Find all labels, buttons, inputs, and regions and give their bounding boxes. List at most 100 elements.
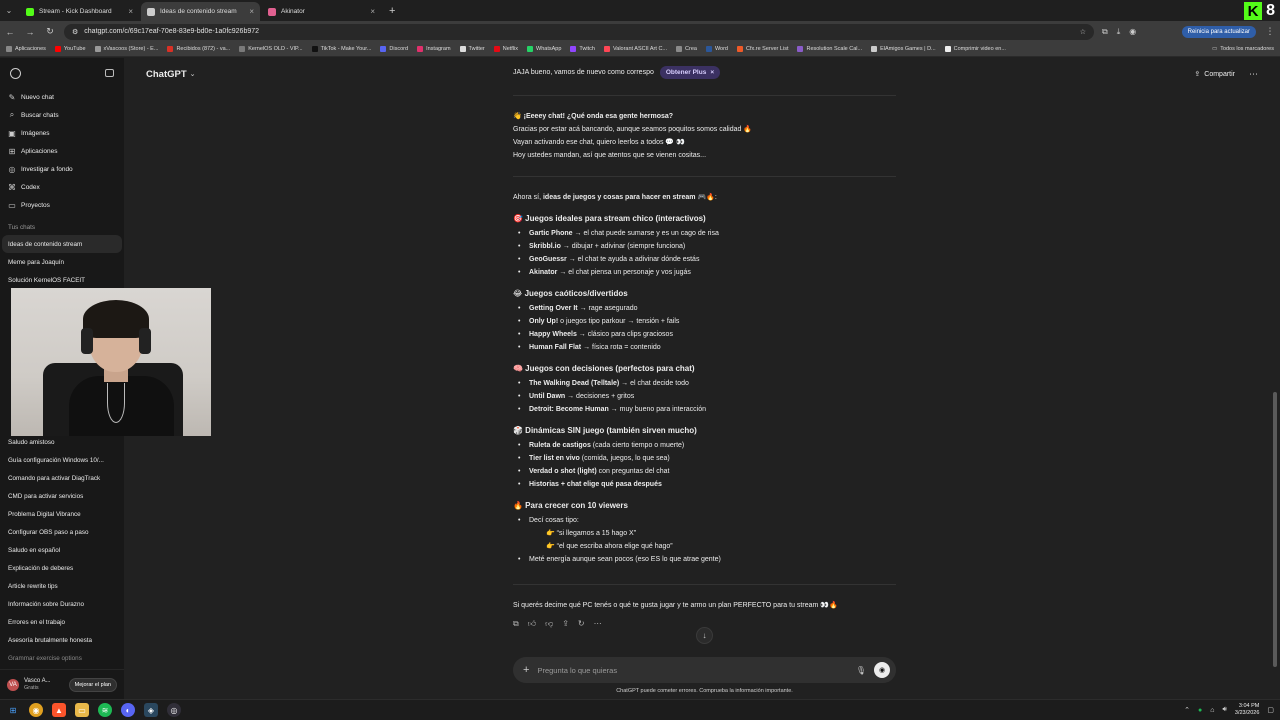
share-icon[interactable]: ⇪ [562, 619, 569, 629]
chat-history-item[interactable]: Comando para activar DiagTrack [0, 469, 124, 487]
downloads-icon[interactable]: ⤓ [1117, 27, 1121, 37]
bookmark-item[interactable]: YouTube [54, 46, 86, 52]
item-text: → muy bueno para interacción [608, 406, 707, 413]
close-tab-icon[interactable]: × [249, 7, 254, 16]
chat-history-item[interactable]: Configurar OBS paso a paso [0, 523, 124, 541]
all-bookmarks[interactable]: ▭ Todos los marcadores [1212, 46, 1274, 52]
bookmark-item[interactable]: Cfx.re Server List [736, 46, 788, 52]
extensions-icon[interactable]: ⧉ [1102, 27, 1108, 37]
thumbs-up-icon[interactable]: 👍︎ [528, 619, 536, 629]
tab-search-icon[interactable]: ⌄ [0, 0, 18, 21]
discord-icon[interactable]: ◐ [121, 703, 135, 717]
forward-arrow-icon[interactable]: → [24, 27, 36, 37]
tray-spotify-icon[interactable]: ● [1198, 707, 1202, 714]
chat-history-item[interactable]: Asesoría brutalmente honesta [0, 631, 124, 649]
get-plus-button[interactable]: Obtener Plus × [659, 66, 721, 79]
bookmark-item[interactable]: Valorant ASCII Art C... [604, 46, 667, 52]
obs-icon[interactable]: ◎ [167, 703, 181, 717]
user-menu[interactable]: VA Vasco A... Gratis Mejorar el plan [0, 669, 124, 699]
close-icon[interactable]: × [710, 69, 714, 76]
item-bold: Gartic Phone [529, 230, 573, 237]
chat-history-item[interactable]: Errores en el trabajo [0, 613, 124, 631]
profile-icon[interactable]: ◉ [1129, 27, 1136, 37]
folder-icon: ▭ [1211, 46, 1218, 52]
chat-history-item[interactable]: Solución KernelOS FACEIT [0, 271, 124, 289]
browser-tab[interactable]: Stream - Kick Dashboard × [20, 2, 139, 21]
close-tab-icon[interactable]: × [128, 7, 133, 16]
brave-icon[interactable]: ▲ [52, 703, 66, 717]
bookmark-item[interactable]: Instagram [417, 46, 451, 52]
openai-logo-icon[interactable] [10, 67, 21, 79]
file-explorer-icon[interactable]: ▭ [75, 703, 89, 717]
steam-icon[interactable]: ◈ [144, 703, 158, 717]
chrome-icon[interactable]: ◉ [29, 703, 43, 717]
sidebar-item[interactable]: ▭ Proyectos [0, 196, 124, 214]
browser-menu-icon[interactable]: ⋮ [1264, 26, 1276, 37]
chat-history-item[interactable]: Guía configuración Windows 10/... [0, 451, 124, 469]
bookmark-item[interactable]: Resolution Scale Cal... [797, 46, 862, 52]
more-icon[interactable]: ⋯ [594, 619, 602, 629]
windows-start-icon[interactable]: ⊞ [6, 703, 20, 717]
sidebar-item[interactable]: ⊞ Aplicaciones [0, 142, 124, 160]
browser-tab[interactable]: Ideas de contenido stream × [141, 2, 260, 21]
message-input[interactable] [537, 665, 848, 675]
chat-history-item[interactable]: Información sobre Durazno [0, 595, 124, 613]
bookmark-star-icon[interactable]: ☆ [1080, 28, 1086, 36]
voice-mode-button[interactable]: ◉ [874, 662, 890, 678]
bookmark-item[interactable]: Netflix [493, 46, 518, 52]
chat-history-item[interactable]: Saludo en español [0, 541, 124, 559]
thumbs-down-icon[interactable]: 👎︎ [545, 619, 553, 629]
new-tab-icon[interactable]: + [389, 0, 395, 21]
bookmark-item[interactable]: xVascoos (Store) - E... [94, 46, 158, 52]
bookmark-item[interactable]: Crea [676, 46, 697, 52]
scroll-down-button[interactable]: ↓ [696, 627, 713, 644]
notifications-icon[interactable]: ▢ [1267, 706, 1274, 714]
scrollbar[interactable] [1273, 392, 1277, 667]
sidebar-item[interactable]: ⌕ Buscar chats [0, 106, 124, 124]
upgrade-plan-button[interactable]: Mejorar el plan [68, 677, 117, 692]
chat-history-item[interactable]: Article rewrite tips [0, 577, 124, 595]
tray-overflow-icon[interactable]: ⌃ [1184, 706, 1190, 714]
close-tab-icon[interactable]: × [370, 7, 375, 16]
model-selector[interactable]: ChatGPT ⌄ [146, 69, 196, 80]
bookmark-item[interactable]: Twitch [570, 46, 595, 52]
bookmark-item[interactable]: ElAmigos Games | D... [871, 46, 936, 52]
bookmark-item[interactable]: Comprimir video en... [944, 46, 1006, 52]
bookmark-item[interactable]: Discord [380, 46, 408, 52]
tray-volume-icon[interactable]: 🔊︎ [1222, 706, 1226, 714]
previous-message-text: JAJA bueno, vamos de nuevo como correspo [513, 69, 654, 76]
copy-icon[interactable]: ⧉ [513, 619, 519, 629]
sidebar-item[interactable]: ◎ Investigar a fondo [0, 160, 124, 178]
site-info-icon[interactable]: ⚙ [72, 28, 78, 36]
sidebar-item[interactable]: ▣ Imágenes [0, 124, 124, 142]
regenerate-icon[interactable]: ↻ [578, 619, 585, 629]
clock[interactable]: 3:04 PM 3/23/2026 [1235, 703, 1259, 717]
add-attachment-icon[interactable]: + [523, 664, 529, 676]
sidebar-item[interactable]: ⌘ Codex [0, 178, 124, 196]
chat-history-item[interactable]: Grammar exercise options [0, 649, 124, 667]
chat-history-item[interactable]: Ideas de contenido stream [2, 235, 122, 253]
sidebar-item[interactable]: ✎ Nuevo chat [0, 88, 124, 106]
bookmark-item[interactable]: WhatsApp [527, 46, 561, 52]
chat-history-item[interactable]: CMD para activar servicios [0, 487, 124, 505]
address-bar[interactable]: ⚙ chatgpt.com/c/69c17eaf-70e8-83e9-bd0e-… [64, 23, 1094, 40]
chat-history-item[interactable]: Problema Digital Vibrance [0, 505, 124, 523]
chat-history-item[interactable]: Explicación de deberes [0, 559, 124, 577]
microphone-icon[interactable]: 🎙︎ [856, 666, 866, 675]
sidebar-toggle-icon[interactable] [105, 69, 114, 77]
back-arrow-icon[interactable]: ← [4, 27, 16, 37]
share-button[interactable]: ⇪ Compartir [1194, 70, 1235, 79]
tray-network-icon[interactable]: ⌂ [1210, 707, 1214, 714]
bookmark-item[interactable]: TikTok - Make Your... [311, 46, 371, 52]
chat-history-item[interactable]: Meme para Joaquín [0, 253, 124, 271]
spotify-icon[interactable]: ≋ [98, 703, 112, 717]
browser-tab[interactable]: Akinator × [262, 2, 381, 21]
bookmark-item[interactable]: Aplicaciones [6, 46, 46, 52]
reload-icon[interactable]: ↻ [44, 26, 56, 37]
update-button[interactable]: Reinicia para actualizar [1181, 25, 1256, 38]
bookmark-item[interactable]: KernelOS OLD - VIP... [239, 46, 303, 52]
more-options-icon[interactable]: ⋯ [1249, 69, 1258, 80]
bookmark-item[interactable]: Recibidos (872) - va... [167, 46, 230, 52]
bookmark-item[interactable]: Word [705, 46, 728, 52]
bookmark-item[interactable]: Twitter [459, 46, 485, 52]
